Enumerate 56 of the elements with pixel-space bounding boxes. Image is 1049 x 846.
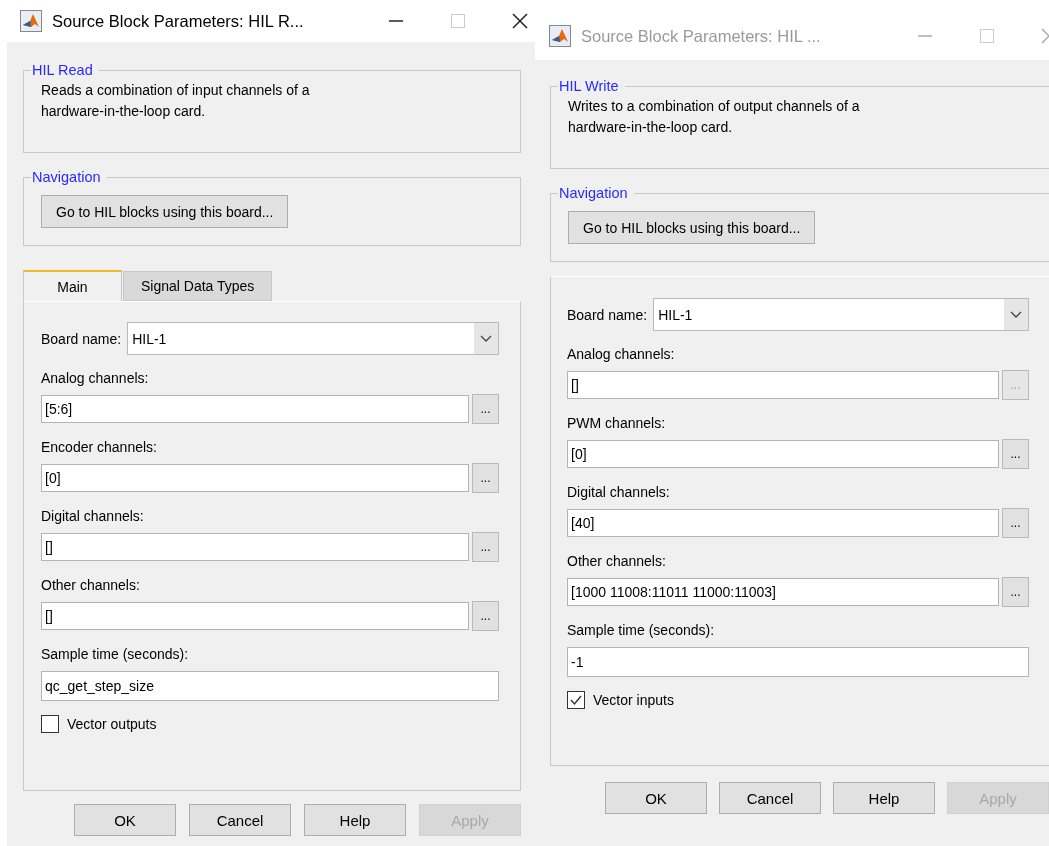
caret-icon [474,323,498,354]
browse-button[interactable]: ... [472,601,499,631]
go-to-blocks-button[interactable]: Go to HIL blocks using this board... [41,195,289,228]
text-field[interactable]: [] [41,602,469,630]
field-label: Analog channels: [567,345,676,363]
tab[interactable]: Main [23,270,122,301]
field-label: Other channels: [567,552,667,570]
app-logo-icon [20,10,42,32]
field-label: Board name: [567,306,648,323]
group-title: HIL Write [558,78,620,94]
go-to-blocks-button[interactable]: Go to HIL blocks using this board... [568,211,816,244]
group-title: HIL Read [31,62,94,78]
field-label: PWM channels: [567,414,667,432]
text-field[interactable]: qc_get_step_size [41,671,499,701]
text-field[interactable]: [0] [41,464,469,492]
text-field[interactable]: [5:6] [41,395,469,423]
checkbox-label: Vector inputs [593,692,674,708]
dialog-button[interactable]: Help [833,782,935,814]
window-title: Source Block Parameters: HIL R... [52,11,305,31]
field-label: Board name: [41,330,122,347]
dialog-button[interactable]: Help [304,804,406,836]
group-title: Navigation [558,185,629,201]
field-label: Sample time (seconds): [41,645,190,663]
group-title: Navigation [31,169,102,185]
dialog-button[interactable]: OK [74,804,176,836]
browse-button[interactable]: ... [472,463,499,493]
browse-button[interactable]: ... [472,394,499,424]
board-dropdown[interactable]: HIL-1 [653,298,1029,331]
text-field[interactable]: [40] [567,509,999,537]
tab[interactable]: Signal Data Types [123,271,273,301]
text-field[interactable]: -1 [567,647,1029,677]
dialog-button[interactable]: Cancel [719,782,821,814]
checkbox[interactable] [567,691,585,709]
description-text: Reads a combination of input channels of a hardware-in-the-loop card. [41,81,311,121]
field-label: Sample time (seconds): [567,621,716,639]
caret-icon [1004,299,1028,330]
field-label: Analog channels: [41,369,150,387]
board-dropdown[interactable]: HIL-1 [127,322,499,355]
browse-button[interactable]: ... [1002,439,1029,469]
app-logo-icon [549,25,571,47]
description-text: Writes to a combination of output channels of a hardware-in-the-loop card. [568,97,861,137]
field-label: Other channels: [41,576,141,594]
dialog-button[interactable]: OK [605,782,707,814]
browse-button[interactable]: ... [1002,508,1029,538]
field-label: Digital channels: [567,483,671,501]
field-label: Encoder channels: [41,438,158,456]
browse-button[interactable]: ... [472,532,499,562]
checkbox[interactable] [41,715,59,733]
text-field[interactable]: [0] [567,440,999,468]
dialog-button[interactable]: Cancel [189,804,291,836]
checkbox-label: Vector outputs [67,716,157,732]
field-label: Digital channels: [41,507,145,525]
window-title: Source Block Parameters: HIL ... [581,26,822,46]
text-field[interactable]: [] [41,533,469,561]
browse-button[interactable]: ... [1002,577,1029,607]
text-field[interactable]: [1000 11008:11011 11000:11003] [567,578,999,606]
